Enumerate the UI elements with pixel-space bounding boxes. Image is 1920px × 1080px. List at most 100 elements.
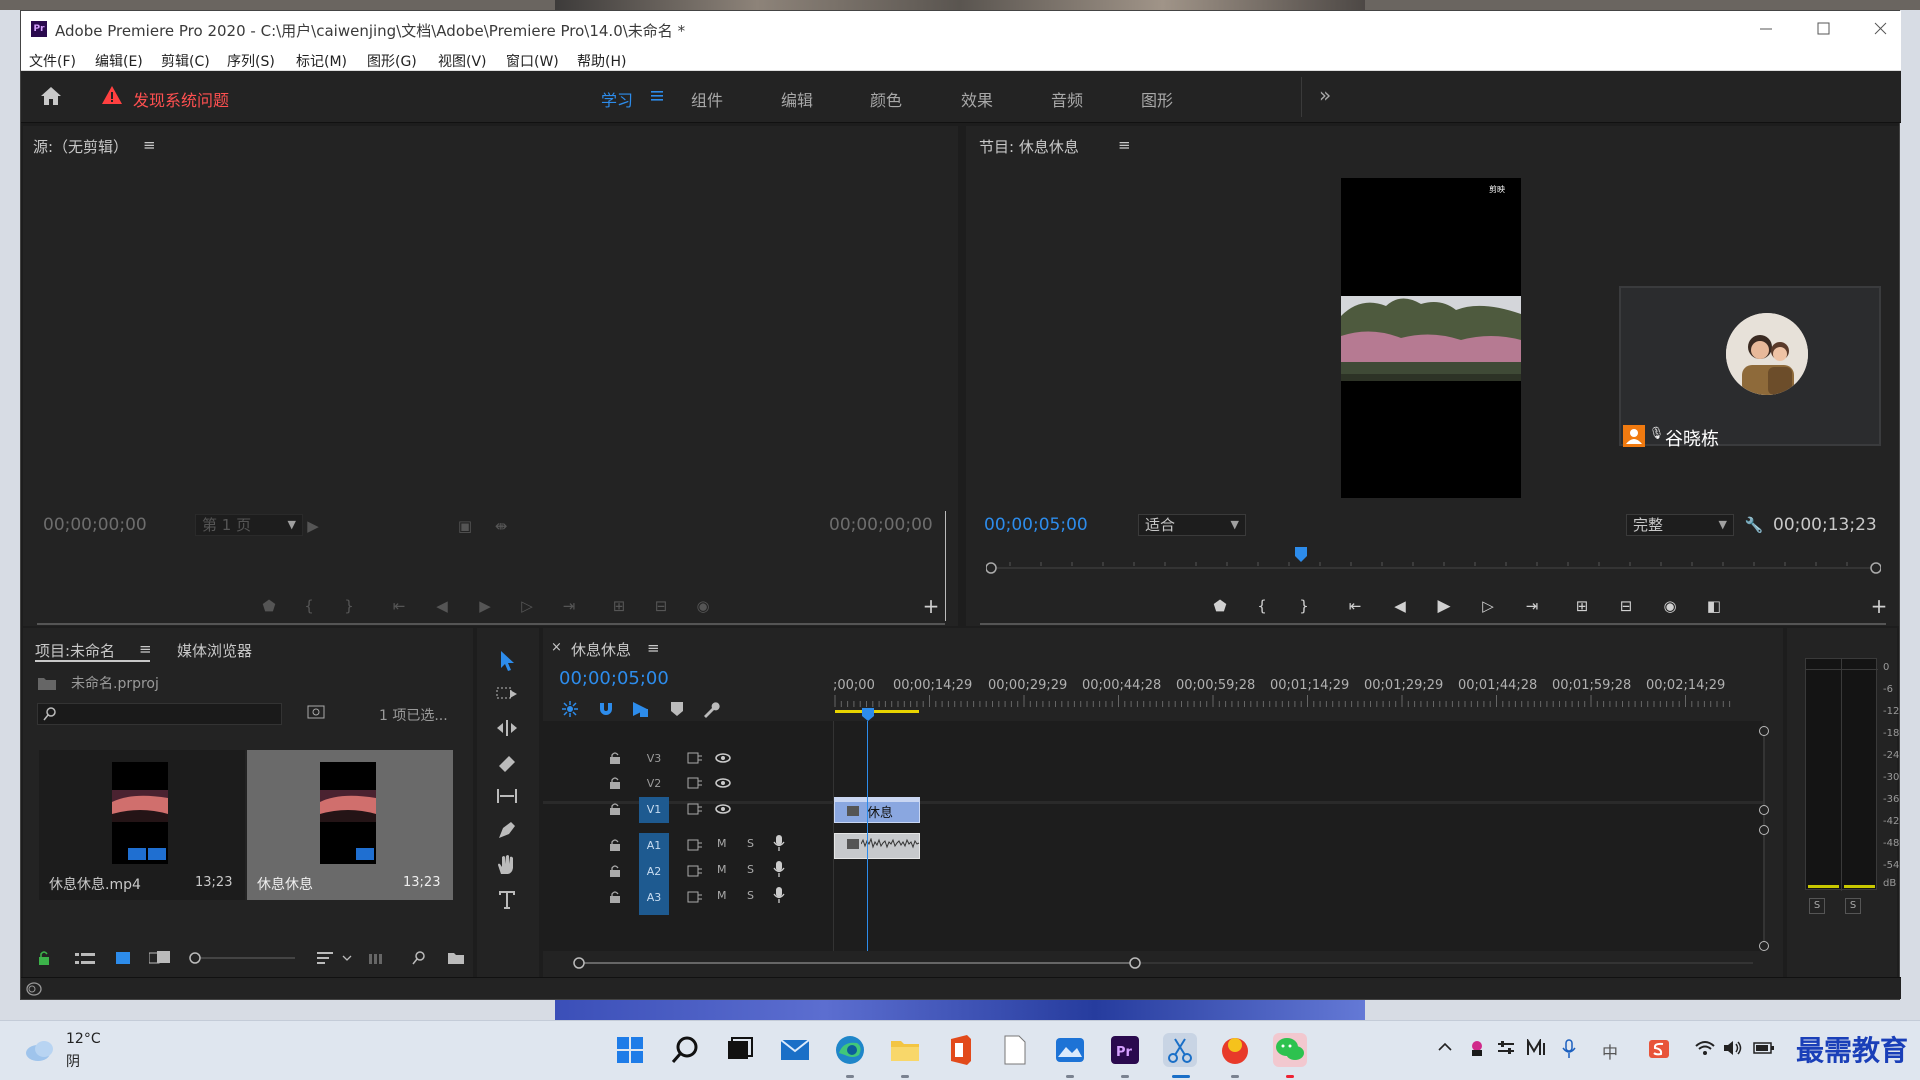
- menu-view[interactable]: 视图(V): [438, 51, 487, 71]
- sync-lock-icon[interactable]: [687, 752, 703, 764]
- source-drag-icon[interactable]: ⇼: [487, 516, 515, 536]
- program-monitor-title[interactable]: 节目: 休息休息: [979, 136, 1079, 157]
- timeline-timecode[interactable]: 00;00;05;00: [559, 668, 669, 689]
- source-mark-out-icon[interactable]: }: [335, 596, 363, 616]
- program-add-marker-icon[interactable]: ⬟: [1206, 596, 1234, 616]
- menu-sequence[interactable]: 序列(S): [227, 51, 275, 71]
- menu-clip[interactable]: 剪辑(C): [161, 51, 210, 71]
- project-item-1-selected[interactable]: 休息休息 13;23: [247, 750, 453, 900]
- icon-view-icon[interactable]: [115, 951, 131, 965]
- bin-search-button[interactable]: [307, 704, 325, 720]
- program-export-frame-icon[interactable]: ◉: [1656, 596, 1684, 616]
- menu-edit[interactable]: 编辑(E): [95, 51, 143, 71]
- timeline-settings-wrench-icon[interactable]: [701, 700, 721, 718]
- program-video-frame[interactable]: 剪映: [1341, 178, 1521, 498]
- type-tool-icon[interactable]: [495, 888, 519, 910]
- program-quality-select[interactable]: 完整 ▼: [1626, 514, 1734, 536]
- media-browser-tab[interactable]: 媒体浏览器: [177, 640, 252, 661]
- timeline-playhead-handle[interactable]: [861, 708, 875, 722]
- timeline-ruler[interactable]: ;00;00 00;00;14;29 00;00;29;29 00;00;44;…: [833, 663, 1733, 713]
- premiere-taskbar-app[interactable]: Pr: [1108, 1033, 1142, 1067]
- volume-icon[interactable]: [1722, 1039, 1744, 1057]
- timeline-vertical-scrollbar[interactable]: [1759, 726, 1769, 951]
- list-view-icon[interactable]: [75, 952, 95, 966]
- workspace-effects[interactable]: 效果: [961, 87, 993, 111]
- source-go-in-icon[interactable]: ⇤: [385, 596, 413, 616]
- track-lock-icon[interactable]: [609, 751, 621, 765]
- sync-lock-icon[interactable]: [687, 865, 703, 877]
- tray-app-icon[interactable]: [1468, 1039, 1486, 1057]
- ripple-edit-tool-icon[interactable]: [495, 718, 519, 738]
- solo-right-button[interactable]: S: [1845, 898, 1861, 914]
- video-clip[interactable]: 休息: [834, 797, 920, 823]
- timeline-panel-menu-icon[interactable]: ≡: [647, 639, 660, 657]
- source-mark-in-icon[interactable]: {: [295, 596, 323, 616]
- start-button[interactable]: [613, 1033, 647, 1067]
- workspace-color[interactable]: 颜色: [870, 87, 902, 111]
- track-lock-icon[interactable]: [609, 776, 621, 790]
- source-timecode-current[interactable]: 00;00;00;00: [43, 515, 147, 535]
- razor-tool-icon[interactable]: [495, 752, 519, 772]
- timeline-horizontal-scrollbar[interactable]: [573, 956, 1753, 970]
- program-extract-icon[interactable]: ⊟: [1612, 596, 1640, 616]
- program-timecode-current[interactable]: 00;00;05;00: [984, 515, 1088, 535]
- work-area-bar[interactable]: [835, 710, 919, 713]
- workspace-learn[interactable]: 学习: [601, 87, 633, 111]
- program-timecode-duration[interactable]: 00;00;13;23: [1773, 515, 1877, 535]
- add-marker-icon[interactable]: [669, 700, 685, 718]
- mute-button[interactable]: M: [717, 889, 727, 902]
- automate-to-sequence-icon[interactable]: [369, 952, 387, 966]
- freeform-view-icon[interactable]: [149, 951, 171, 965]
- source-monitor-title[interactable]: 源:（无剪辑）: [33, 136, 128, 157]
- program-go-in-icon[interactable]: ⇤: [1341, 596, 1369, 616]
- snap-magnet-icon[interactable]: [597, 700, 615, 718]
- source-step-forward-icon[interactable]: ▷: [513, 596, 541, 616]
- source-settings-icon[interactable]: ▣: [451, 516, 479, 536]
- project-tab[interactable]: 项目:未命名: [35, 640, 115, 661]
- source-insert-icon[interactable]: ⊞: [605, 596, 633, 616]
- snipping-tool[interactable]: [1163, 1033, 1197, 1067]
- program-playhead[interactable]: [1294, 547, 1308, 563]
- office-app[interactable]: [943, 1033, 977, 1067]
- track-label[interactable]: A1: [639, 833, 669, 859]
- source-page-next-icon[interactable]: ▶: [305, 516, 321, 536]
- microphone-icon[interactable]: [1562, 1039, 1576, 1059]
- track-label[interactable]: A3: [639, 885, 669, 911]
- program-go-out-icon[interactable]: ⇥: [1518, 596, 1546, 616]
- weather-temp[interactable]: 12°C: [66, 1031, 101, 1047]
- source-go-out-icon[interactable]: ⇥: [555, 596, 583, 616]
- eye-icon[interactable]: [715, 778, 731, 788]
- sync-lock-icon[interactable]: [687, 803, 703, 815]
- track-label[interactable]: A2: [639, 859, 669, 885]
- mute-button[interactable]: M: [717, 863, 727, 876]
- notepad-app[interactable]: [998, 1033, 1032, 1067]
- source-panel-menu-icon[interactable]: ≡: [143, 136, 156, 154]
- selection-tool-icon[interactable]: [497, 650, 517, 672]
- project-panel-menu-icon[interactable]: ≡: [139, 640, 152, 658]
- pen-tool-icon[interactable]: [495, 820, 519, 840]
- program-mark-out-icon[interactable]: }: [1290, 596, 1318, 616]
- workspace-editing[interactable]: 编辑: [781, 87, 813, 111]
- photos-app[interactable]: [1053, 1033, 1087, 1067]
- menu-graphics[interactable]: 图形(G): [367, 51, 417, 71]
- nest-toggle-icon[interactable]: [561, 700, 579, 718]
- meeting-app[interactable]: [1218, 1033, 1252, 1067]
- menu-marker[interactable]: 标记(M): [296, 51, 347, 71]
- mic-icon[interactable]: [773, 860, 785, 878]
- mic-icon[interactable]: [773, 886, 785, 904]
- linked-selection-icon[interactable]: [631, 700, 649, 718]
- program-panel-menu-icon[interactable]: ≡: [1118, 136, 1131, 154]
- project-item-0[interactable]: 休息休息.mp4 13;23: [39, 750, 245, 900]
- source-page-select[interactable]: 第 1 页 ▼: [195, 514, 303, 536]
- tray-chart-icon[interactable]: [1526, 1039, 1548, 1057]
- edge-browser[interactable]: [833, 1033, 867, 1067]
- close-button[interactable]: [1865, 19, 1895, 39]
- battery-icon[interactable]: [1752, 1039, 1776, 1057]
- workspace-menu-icon[interactable]: [651, 90, 663, 102]
- warning-icon[interactable]: [101, 85, 123, 105]
- track-label[interactable]: V3: [639, 746, 669, 772]
- search-button[interactable]: [668, 1033, 702, 1067]
- track-lock-icon[interactable]: [609, 838, 621, 852]
- find-button-icon[interactable]: [411, 950, 427, 966]
- home-button[interactable]: [39, 85, 63, 107]
